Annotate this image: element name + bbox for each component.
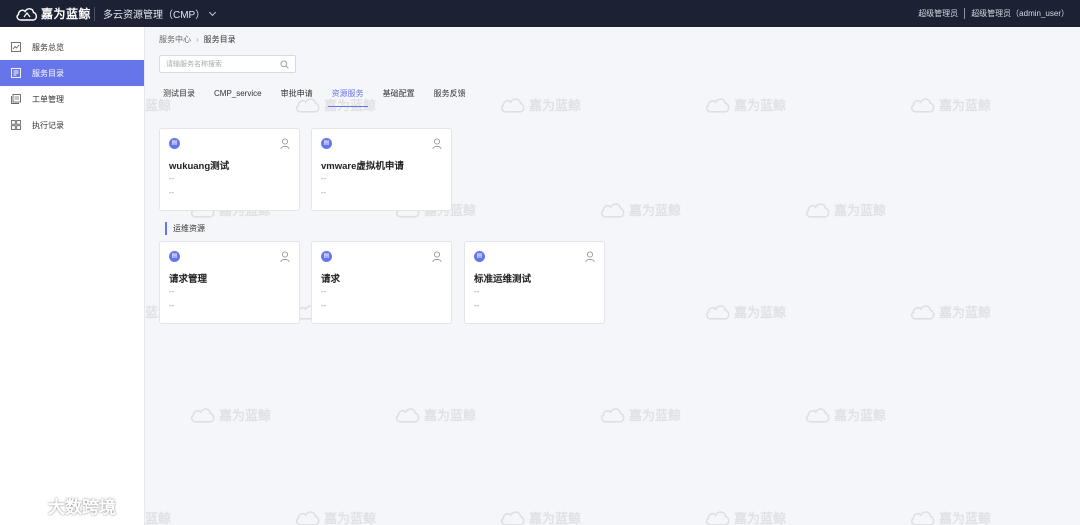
- search-box: [159, 55, 296, 73]
- service-card-desc: --: [321, 188, 327, 197]
- ticket-icon: [11, 94, 21, 104]
- service-card[interactable]: ▤ 请求管理 -- --: [159, 241, 300, 324]
- user-icon: [280, 251, 290, 263]
- breadcrumb-current: 服务目录: [203, 35, 236, 44]
- service-card-desc: --: [474, 301, 480, 310]
- divider: [94, 6, 95, 21]
- service-card[interactable]: ▤ wukuang测试 -- --: [159, 128, 300, 211]
- tab-cmp-service[interactable]: CMP_service: [210, 87, 266, 107]
- service-icon: ▤: [321, 251, 332, 262]
- corner-watermark-badge: 大数跨境: [8, 492, 116, 518]
- user-icon: [585, 251, 595, 263]
- product-switcher[interactable]: 多云资源管理（CMP）: [103, 6, 217, 21]
- sidebar: 服务总览 服务目录 工单管理 执行记录: [0, 27, 145, 525]
- user-area: 超级管理员 超级管理员（admin_user）: [918, 8, 1080, 19]
- sidebar-item-overview[interactable]: 服务总览: [0, 34, 144, 60]
- sidebar-item-label: 执行记录: [32, 120, 64, 130]
- catalog-icon: [11, 68, 21, 78]
- service-card-desc: --: [321, 174, 327, 183]
- user-icon: [432, 138, 442, 150]
- service-card-desc: --: [169, 188, 175, 197]
- sidebar-item-catalog[interactable]: 服务目录: [0, 60, 144, 86]
- service-card-desc: --: [474, 287, 480, 296]
- tab-resource-service[interactable]: 资源服务: [327, 87, 368, 107]
- tab-test-catalog[interactable]: 测试目录: [159, 87, 199, 107]
- service-card-title: vmware虚拟机申请: [321, 161, 404, 172]
- tab-feedback[interactable]: 服务反馈: [430, 87, 470, 107]
- user-icon: [432, 251, 442, 263]
- service-card[interactable]: ▤ vmware虚拟机申请 -- --: [311, 128, 452, 211]
- role-label[interactable]: 超级管理员: [918, 8, 958, 19]
- chevron-down-icon: [209, 8, 217, 16]
- tab-approval[interactable]: 审批申请: [277, 87, 317, 107]
- service-card-title: 标准运维测试: [474, 274, 532, 285]
- service-card-desc: --: [321, 301, 327, 310]
- service-icon: ▤: [321, 138, 332, 149]
- brand-logo[interactable]: 嘉为蓝鲸: [0, 0, 94, 27]
- service-card-desc: --: [321, 287, 327, 296]
- cloud-logo-icon: [16, 7, 38, 21]
- divider: [964, 8, 966, 19]
- service-icon: ▤: [474, 251, 485, 262]
- user-menu[interactable]: 超级管理员（admin_user）: [971, 8, 1069, 19]
- product-name: 多云资源管理（CMP）: [103, 10, 206, 21]
- search-icon[interactable]: [280, 59, 289, 69]
- sidebar-item-tickets[interactable]: 工单管理: [0, 86, 144, 112]
- service-icon: ▤: [169, 138, 180, 149]
- sidebar-item-label: 服务目录: [32, 68, 64, 78]
- service-card-title: wukuang测试: [169, 161, 230, 172]
- service-card-title: 请求管理: [169, 274, 208, 285]
- brand-name: 嘉为蓝鲸: [41, 7, 92, 21]
- sidebar-item-label: 服务总览: [32, 42, 64, 52]
- breadcrumb-parent[interactable]: 服务中心: [159, 34, 191, 45]
- corner-badge-text: 大数跨境: [48, 497, 116, 517]
- top-bar: 嘉为蓝鲸 多云资源管理（CMP） 超级管理员 超级管理员（admin_user）: [0, 0, 1080, 27]
- overview-icon: [11, 42, 21, 52]
- logo-icon: [9, 494, 45, 515]
- user-icon: [280, 138, 290, 150]
- breadcrumb: 服务中心 › 服务目录: [159, 34, 236, 45]
- main-content: 服务中心 › 服务目录 测试目录 CMP_service 审批申请 资源服务 基…: [145, 27, 1080, 525]
- service-card-desc: --: [169, 287, 175, 296]
- service-card-desc: --: [169, 174, 175, 183]
- search-input[interactable]: [160, 56, 278, 72]
- sidebar-item-records[interactable]: 执行记录: [0, 112, 144, 138]
- chevron-right-icon: ›: [196, 35, 199, 44]
- service-icon: ▤: [169, 251, 180, 262]
- service-card[interactable]: ▤ 请求 -- --: [311, 241, 452, 324]
- service-card[interactable]: ▤ 标准运维测试 -- --: [464, 241, 605, 324]
- category-tabs: 测试目录 CMP_service 审批申请 资源服务 基础配置 服务反馈: [159, 87, 481, 109]
- tab-basic-config[interactable]: 基础配置: [379, 87, 419, 107]
- service-card-desc: --: [169, 301, 175, 310]
- records-icon: [11, 120, 21, 130]
- section-title: 运维资源: [165, 222, 205, 235]
- service-card-title: 请求: [321, 274, 341, 285]
- sidebar-item-label: 工单管理: [32, 94, 64, 104]
